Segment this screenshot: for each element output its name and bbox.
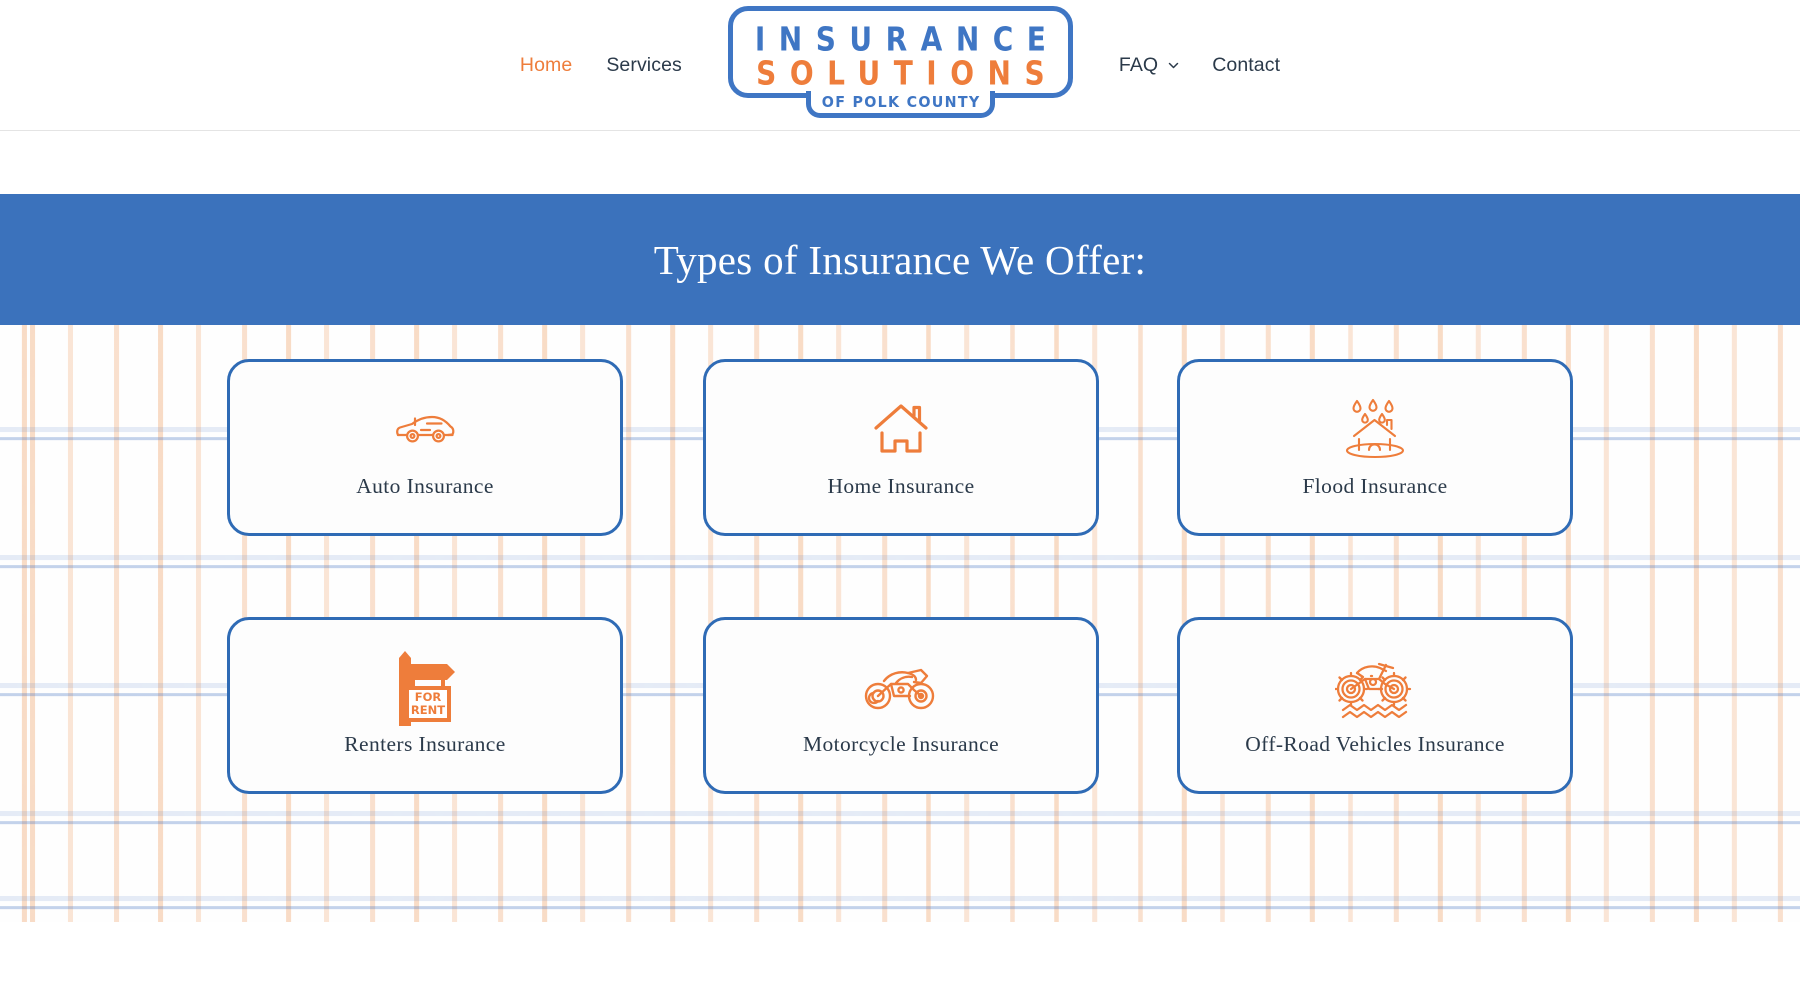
section-banner: Types of Insurance We Offer:: [0, 194, 1800, 325]
nav-item-home[interactable]: Home: [520, 54, 572, 77]
card-motorcycle-insurance[interactable]: Motorcycle Insurance: [703, 617, 1099, 794]
card-renters-insurance[interactable]: FOR RENT Renters Insurance: [227, 617, 623, 794]
for-rent-text-line2: RENT: [411, 703, 445, 717]
for-rent-sign-icon: FOR RENT: [389, 651, 461, 726]
card-label: Flood Insurance: [1302, 474, 1448, 498]
nav-group-left: Home Services: [520, 0, 682, 130]
car-icon: [394, 396, 456, 462]
nav-item-label: Contact: [1212, 53, 1281, 76]
logo-wrapper[interactable]: INSURANCE SOLUTIONS OF POLK COUNTY: [727, 0, 1073, 118]
insurance-types-grid: Auto Insurance Home Insurance Flood Insu…: [0, 325, 1800, 922]
site-header: Home Services INSURANCE SOLUTIONS OF POL…: [0, 0, 1800, 131]
nav-item-contact[interactable]: Contact: [1212, 54, 1280, 77]
card-home-insurance[interactable]: Home Insurance: [703, 359, 1099, 536]
card-offroad-insurance[interactable]: Off-Road Vehicles Insurance: [1177, 617, 1573, 794]
motorcycle-icon: [864, 654, 938, 720]
main-navigation: Home Services INSURANCE SOLUTIONS OF POL…: [0, 0, 1800, 130]
card-auto-insurance[interactable]: Auto Insurance: [227, 359, 623, 536]
card-flood-insurance[interactable]: Flood Insurance: [1177, 359, 1573, 536]
nav-item-faq[interactable]: FAQ: [1118, 53, 1179, 77]
dirt-bike-icon: [1335, 654, 1415, 720]
card-label: Renters Insurance: [344, 732, 506, 756]
logo-text-polk-county: OF POLK COUNTY: [821, 93, 981, 111]
page-title: Types of Insurance We Offer:: [653, 236, 1147, 283]
nav-item-label: Home: [519, 53, 573, 76]
nav-group-right: FAQ Contact: [1119, 0, 1280, 130]
nav-item-label: FAQ: [1118, 53, 1159, 76]
card-label: Home Insurance: [827, 474, 975, 498]
card-label: Off-Road Vehicles Insurance: [1245, 732, 1505, 756]
site-logo[interactable]: INSURANCE SOLUTIONS OF POLK COUNTY: [727, 6, 1073, 118]
nav-item-label: Services: [606, 53, 682, 76]
flood-house-icon: [1342, 396, 1408, 462]
card-label: Auto Insurance: [356, 474, 494, 498]
card-label: Motorcycle Insurance: [802, 732, 1000, 756]
nav-item-services[interactable]: Services: [606, 54, 682, 77]
house-icon: [873, 396, 929, 462]
chevron-down-icon[interactable]: [1167, 59, 1179, 70]
logo-text-solutions: SOLUTIONS: [756, 54, 1059, 93]
for-rent-text-line1: FOR: [415, 690, 442, 704]
